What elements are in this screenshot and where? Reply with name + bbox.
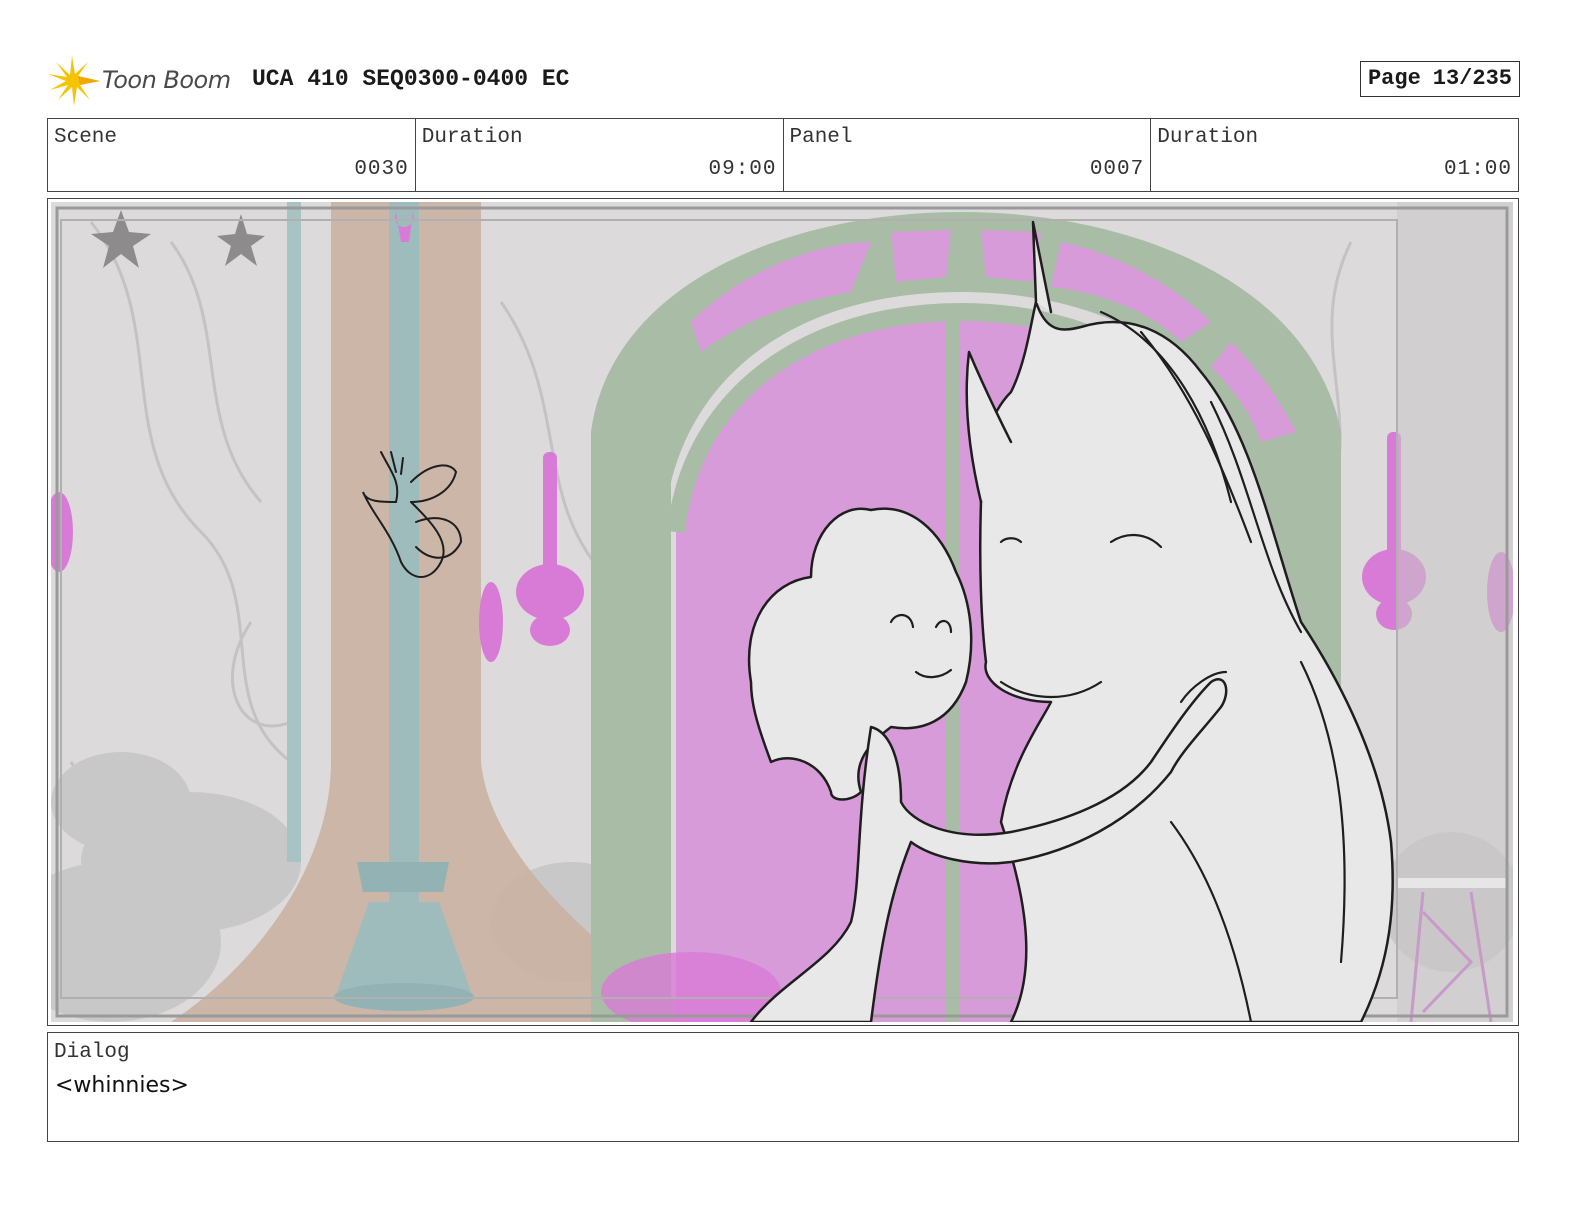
storyboard-header: Toon Boom UCA 410 SEQ0300-0400 EC Page 13…	[48, 52, 1520, 108]
panel-number: 0007	[1089, 158, 1145, 181]
scene-cell: Scene 0030	[48, 119, 416, 191]
panel-duration-cell: Duration 01:00	[1151, 119, 1518, 191]
panel-artwork	[51, 202, 1513, 1022]
document-title: UCA 410 SEQ0300-0400 EC	[252, 66, 570, 92]
scene-label: Scene	[54, 126, 118, 149]
starburst-icon	[48, 56, 100, 106]
page-indicator: Page 13/235	[1359, 61, 1520, 97]
dialog-box: Dialog <whinnies>	[47, 1032, 1519, 1142]
dialog-text: <whinnies>	[55, 1073, 189, 1098]
page-label: Page	[1367, 66, 1421, 91]
panel-duration-value: 01:00	[1443, 158, 1512, 181]
scene-duration-label: Duration	[421, 126, 523, 149]
scene-number: 0030	[354, 158, 409, 181]
panel-duration-label: Duration	[1157, 126, 1259, 149]
scene-info-row: Scene 0030 Duration 09:00 Panel 0007 Dur…	[47, 118, 1519, 192]
panel-cell: Panel 0007	[784, 119, 1152, 191]
panel-label: Panel	[789, 126, 853, 149]
dialog-label: Dialog	[54, 1041, 130, 1064]
scene-duration-value: 09:00	[708, 158, 777, 181]
toon-boom-logo: Toon Boom	[48, 56, 238, 106]
panel-sketch-image	[51, 202, 1513, 1022]
storyboard-panel	[47, 198, 1519, 1026]
page-number: 13/235	[1432, 66, 1512, 91]
logo-wordmark: Toon Boom	[102, 66, 231, 94]
scene-duration-cell: Duration 09:00	[416, 119, 784, 191]
